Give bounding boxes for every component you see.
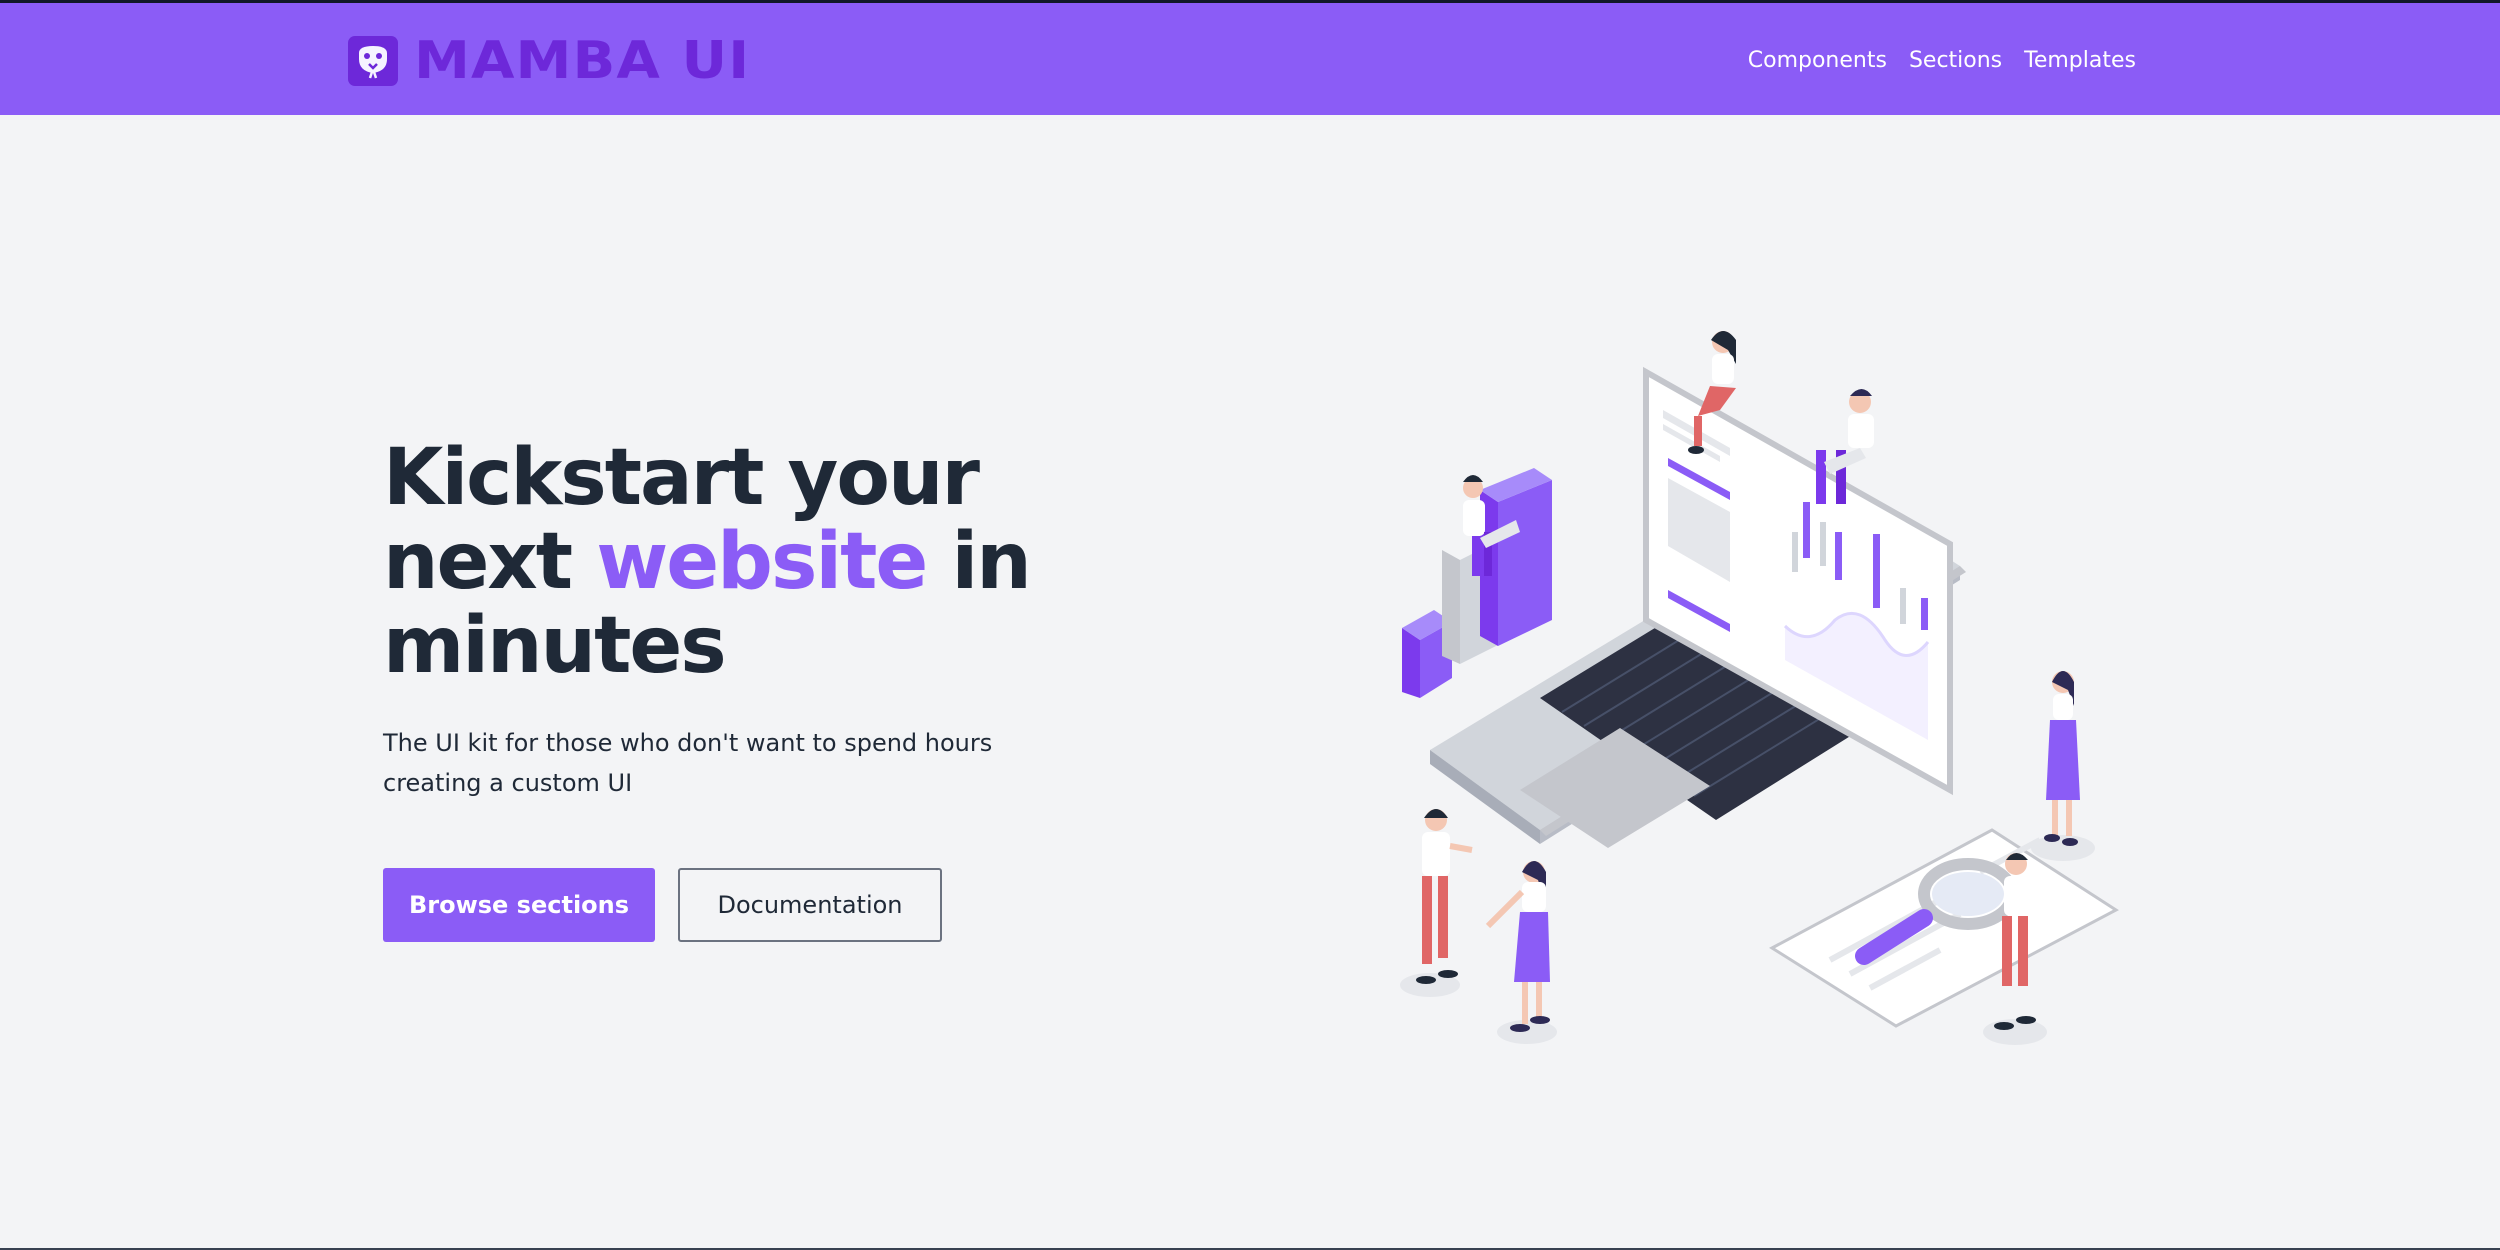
hero-title: Kickstart your next website in minutes <box>383 436 1063 688</box>
snake-logo-icon <box>348 36 398 86</box>
laptop-team-illustration-icon <box>1400 331 2119 1045</box>
brand-logo[interactable]: MAMBA UI <box>348 35 749 87</box>
nav-link-sections[interactable]: Sections <box>1909 47 2002 75</box>
hero-illustration <box>1380 320 2140 1060</box>
documentation-button[interactable]: Documentation <box>678 868 942 942</box>
site-header: MAMBA UI Components Sections Templates <box>0 3 2500 115</box>
hero-subtitle: The UI kit for those who don't want to s… <box>383 729 993 797</box>
main-nav: Components Sections Templates <box>1748 47 2136 75</box>
nav-link-templates[interactable]: Templates <box>2024 47 2136 75</box>
hero-title-accent: website <box>596 517 928 607</box>
brand-name: MAMBA UI <box>414 31 751 91</box>
nav-link-components[interactable]: Components <box>1748 47 1887 75</box>
browse-sections-button[interactable]: Browse sections <box>383 868 655 942</box>
